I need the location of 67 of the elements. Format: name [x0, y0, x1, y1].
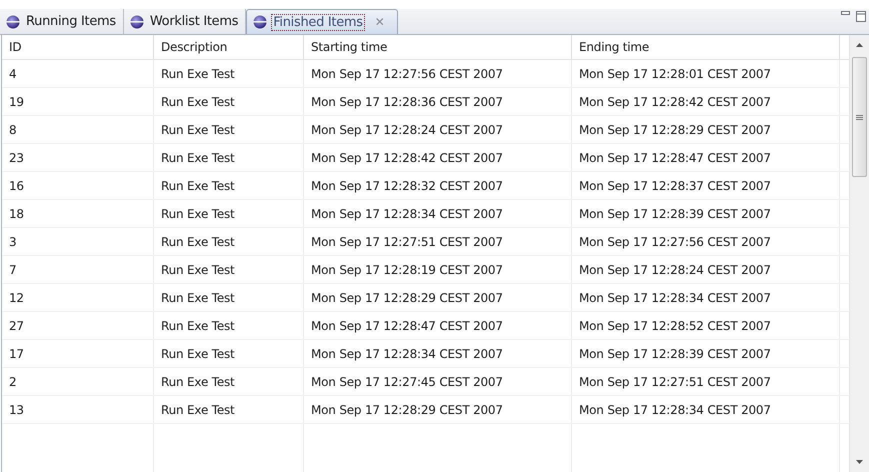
- sphere-icon: [6, 14, 20, 28]
- table-cell: Mon Sep 17 12:27:45 CEST 2007: [304, 368, 572, 395]
- scroll-thumb[interactable]: [852, 57, 867, 177]
- table-cell: Mon Sep 17 12:27:56 CEST 2007: [304, 60, 572, 87]
- table-cell: Mon Sep 17 12:28:36 CEST 2007: [304, 88, 572, 115]
- table-cell: Mon Sep 17 12:28:42 CEST 2007: [572, 88, 840, 115]
- table-cell: Run Exe Test: [154, 284, 304, 311]
- table-cell: Mon Sep 17 12:28:29 CEST 2007: [572, 116, 840, 143]
- table-cell: 12: [2, 284, 154, 311]
- table-cell: Run Exe Test: [154, 172, 304, 199]
- table-cell: Mon Sep 17 12:27:56 CEST 2007: [572, 228, 840, 255]
- table-cell: Run Exe Test: [154, 396, 304, 423]
- table-cell: Mon Sep 17 12:28:34 CEST 2007: [572, 396, 840, 423]
- table-cell: 4: [2, 60, 154, 87]
- table-cell: 19: [2, 88, 154, 115]
- table-cell: Mon Sep 17 12:28:37 CEST 2007: [572, 172, 840, 199]
- tab[interactable]: Running Items: [0, 9, 124, 34]
- table-cell: 16: [2, 172, 154, 199]
- table-cell: Mon Sep 17 12:28:29 CEST 2007: [304, 284, 572, 311]
- table-cell: Mon Sep 17 12:27:51 CEST 2007: [304, 228, 572, 255]
- table-cell: Run Exe Test: [154, 116, 304, 143]
- table-cell: 7: [2, 256, 154, 283]
- table-cell: Run Exe Test: [154, 200, 304, 227]
- table-cell: Run Exe Test: [154, 368, 304, 395]
- sphere-icon: [130, 14, 144, 28]
- table-cell: Mon Sep 17 12:28:29 CEST 2007: [304, 396, 572, 423]
- table-cell: Mon Sep 17 12:28:52 CEST 2007: [572, 312, 840, 339]
- table-cell: Mon Sep 17 12:28:01 CEST 2007: [572, 60, 840, 87]
- table-cell: Mon Sep 17 12:28:34 CEST 2007: [572, 284, 840, 311]
- table-cell: Mon Sep 17 12:28:24 CEST 2007: [572, 256, 840, 283]
- table-cell: Mon Sep 17 12:28:24 CEST 2007: [304, 116, 572, 143]
- scroll-down-icon[interactable]: [856, 460, 863, 464]
- column-header[interactable]: Description: [154, 35, 304, 59]
- table-cell: 18: [2, 200, 154, 227]
- tab[interactable]: Finished Items ✕: [246, 9, 398, 34]
- table-cell: Mon Sep 17 12:28:32 CEST 2007: [304, 172, 572, 199]
- maximize-icon[interactable]: [856, 11, 866, 22]
- table-cell: Run Exe Test: [154, 144, 304, 171]
- table-cell: Mon Sep 17 12:28:42 CEST 2007: [304, 144, 572, 171]
- table-cell: Mon Sep 17 12:28:34 CEST 2007: [304, 200, 572, 227]
- table-cell: Mon Sep 17 12:28:47 CEST 2007: [572, 144, 840, 171]
- table-cell: Run Exe Test: [154, 228, 304, 255]
- column-header[interactable]: ID: [2, 35, 154, 59]
- table-cell: Run Exe Test: [154, 60, 304, 87]
- table-cell: Mon Sep 17 12:27:51 CEST 2007: [572, 368, 840, 395]
- table-cell: 17: [2, 340, 154, 367]
- grip-icon: [856, 114, 863, 120]
- table-cell: 23: [2, 144, 154, 171]
- table-cell: 2: [2, 368, 154, 395]
- table-cell: Mon Sep 17 12:28:47 CEST 2007: [304, 312, 572, 339]
- table-cell: Run Exe Test: [154, 88, 304, 115]
- table-cell: Run Exe Test: [154, 340, 304, 367]
- sphere-icon: [253, 15, 268, 29]
- table-cell: 27: [2, 312, 154, 339]
- table-cell: 13: [2, 396, 154, 423]
- column-header[interactable]: Starting time: [304, 35, 572, 59]
- column-header[interactable]: Ending time: [572, 35, 840, 59]
- table-cell: 8: [2, 116, 154, 143]
- scrollbar[interactable]: [849, 35, 869, 472]
- table-cell: Mon Sep 17 12:28:34 CEST 2007: [304, 340, 572, 367]
- table-cell: 3: [2, 228, 154, 255]
- table-cell: Mon Sep 17 12:28:19 CEST 2007: [304, 256, 572, 283]
- table-cell: Run Exe Test: [154, 312, 304, 339]
- table-cell: Mon Sep 17 12:28:39 CEST 2007: [572, 340, 840, 367]
- table-cell: Run Exe Test: [154, 256, 304, 283]
- table-cell: Mon Sep 17 12:28:39 CEST 2007: [572, 200, 840, 227]
- minimize-icon[interactable]: [841, 11, 850, 16]
